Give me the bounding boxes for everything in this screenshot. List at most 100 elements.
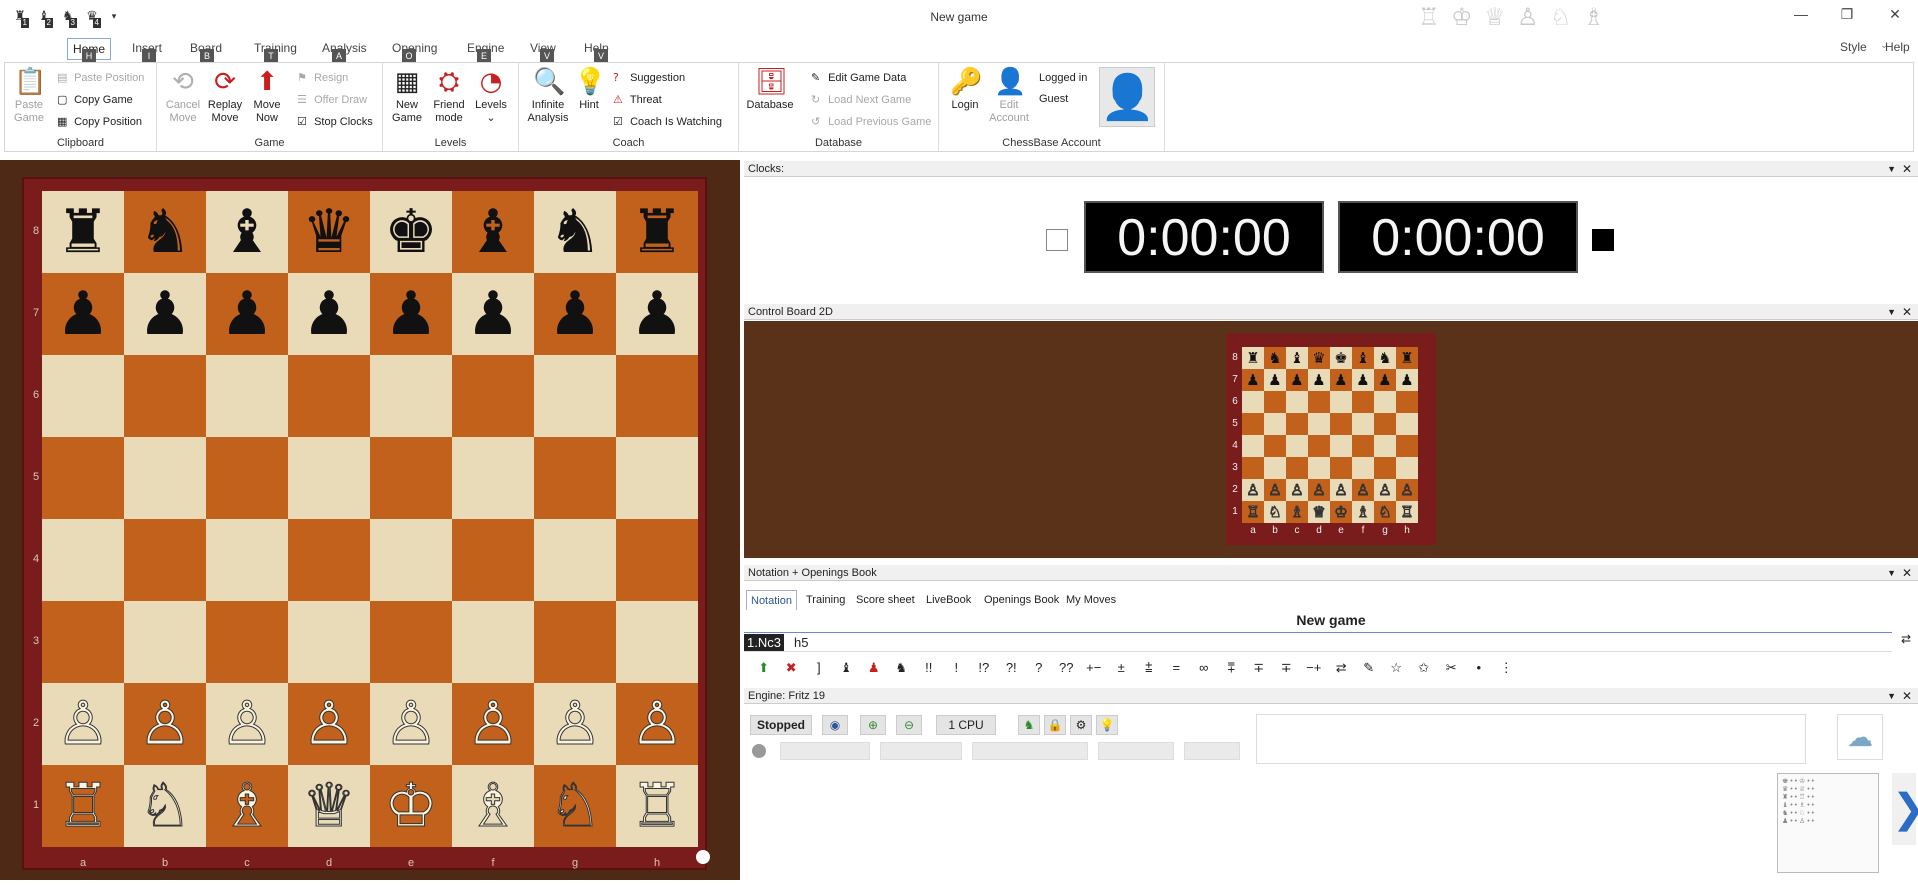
square-d6[interactable] [288,355,370,437]
chess-piece[interactable]: ♙ [466,689,521,760]
move-black[interactable]: h5 [794,635,808,650]
copy-position-button[interactable]: ▦ Copy Position [57,115,142,129]
chess-piece[interactable]: ♛ [302,197,356,267]
annotation-symbol-button[interactable]: ∓ [1273,660,1301,676]
piece-thumbnail[interactable]: ♚ • • ♔ • • ♛ • • ♕ • • ♜ • • ♖ • • ♝ • • ♗… [1777,773,1879,873]
mini-square[interactable]: ♙ [1308,479,1330,501]
square-c6[interactable] [206,355,288,437]
mini-square[interactable] [1286,391,1308,413]
new-game-button[interactable]: ▦ New Game [387,67,427,125]
mini-square[interactable]: ♕ [1308,501,1330,523]
square-f8[interactable]: ♝ [452,191,534,273]
square-e7[interactable]: ♟ [370,273,452,355]
chess-piece[interactable]: ♝ [220,197,274,267]
suggestion-button[interactable]: ? Suggestion [613,71,685,85]
panel-menu-icon[interactable]: ▼ [1887,565,1896,581]
engine-icon[interactable]: ♞ [1018,715,1040,735]
square-b7[interactable]: ♟ [124,273,206,355]
square-b2[interactable]: ♙ [124,683,206,765]
square-d7[interactable]: ♟ [288,273,370,355]
mode-piece-icon[interactable]: ♕ [1484,3,1506,31]
mini-square[interactable]: ♟ [1396,369,1418,391]
paste-game-button[interactable]: 📋 Paste Game [7,67,51,125]
style-menu[interactable]: Style [1840,40,1867,54]
square-d2[interactable]: ♙ [288,683,370,765]
chess-piece[interactable]: ♜ [630,197,684,267]
infinite-analysis-button[interactable]: 🔍 Infinite Analysis [525,67,571,125]
chess-piece[interactable]: ♟ [56,279,110,349]
threat-button[interactable]: ⚠ Threat [613,93,662,107]
square-c2[interactable]: ♙ [206,683,288,765]
square-h8[interactable]: ♜ [616,191,698,273]
move-now-button[interactable]: ⬆ Move Now [247,67,287,125]
close-icon[interactable]: ✕ [1902,161,1912,177]
square-g2[interactable]: ♙ [534,683,616,765]
chessboard[interactable]: ♜ ♞ ♝ ♛ ♚ ♝ ♞ ♜ ♟ ♟ ♟ ♟ ♟ ♟ ♟ ♟ ♙ ♙ ♙ ♙ ♙ ♙ ♙ ♙ ♖ ♘ ♗ ♕ ♔ ♗ ♘ ♖ [42,191,698,847]
tab-score-sheet[interactable]: Score sheet [852,590,919,610]
mini-square[interactable]: ♝ [1352,347,1374,369]
square-c7[interactable]: ♟ [206,273,288,355]
chess-piece[interactable]: ♖ [56,771,111,842]
close-icon[interactable]: ✕ [1902,565,1912,581]
square-f2[interactable]: ♙ [452,683,534,765]
panel-menu-icon[interactable]: ▼ [1887,688,1896,704]
square-c1[interactable]: ♗ [206,765,288,847]
square-h5[interactable] [616,437,698,519]
mini-square[interactable]: ♙ [1396,479,1418,501]
mini-square[interactable] [1374,391,1396,413]
annotation-symbol-button[interactable]: ∓ [1245,660,1273,676]
square-f5[interactable] [452,437,534,519]
lock-icon[interactable]: 🔒 [1044,715,1066,735]
square-e6[interactable] [370,355,452,437]
square-a1[interactable]: ♖ [42,765,124,847]
chess-piece[interactable]: ♙ [302,689,357,760]
zoom-out-icon[interactable]: ⊖ [896,715,922,735]
annotation-symbol-button[interactable]: ?! [998,660,1026,675]
mini-square[interactable] [1242,413,1264,435]
square-f7[interactable]: ♟ [452,273,534,355]
mini-square[interactable]: ♔ [1330,501,1352,523]
mini-square[interactable] [1242,391,1264,413]
mini-square[interactable] [1242,457,1264,479]
lightbulb-icon[interactable]: 💡 [1096,715,1118,735]
square-h4[interactable] [616,519,698,601]
levels-button[interactable]: ◔ Levels ⌄ [471,67,511,125]
square-b8[interactable]: ♞ [124,191,206,273]
gear-icon[interactable]: ⚙ [1070,715,1092,735]
swap-icon[interactable]: ⇄ [1896,632,1916,652]
mini-square[interactable]: ♟ [1352,369,1374,391]
square-g3[interactable] [534,601,616,683]
chess-piece[interactable]: ♙ [220,689,275,760]
mini-square[interactable] [1374,435,1396,457]
database-button[interactable]: 🗄 Database [745,67,795,112]
mini-square[interactable] [1264,457,1286,479]
mode-piece-icon[interactable]: ♖ [1418,3,1440,31]
chess-piece[interactable]: ♙ [138,689,193,760]
annotation-symbol-button[interactable]: ✩ [1410,660,1438,676]
mini-square[interactable] [1396,435,1418,457]
move-list[interactable]: 1.Nc3 h5 [744,632,1892,652]
square-c4[interactable] [206,519,288,601]
avatar[interactable]: 👤 [1099,67,1155,127]
mini-square[interactable] [1396,413,1418,435]
square-e1[interactable]: ♔ [370,765,452,847]
annotation-symbol-button[interactable]: +− [1080,660,1108,675]
square-a2[interactable]: ♙ [42,683,124,765]
load-previous-game-button[interactable]: ↺ Load Previous Game [811,115,931,129]
mini-square[interactable] [1330,435,1352,457]
mini-square[interactable] [1374,457,1396,479]
load-next-game-button[interactable]: ↻ Load Next Game [811,93,911,107]
square-e4[interactable] [370,519,452,601]
minimize-button[interactable]: — [1786,6,1816,26]
mini-square[interactable] [1330,391,1352,413]
square-f4[interactable] [452,519,534,601]
annotation-symbol-button[interactable]: • [1465,660,1493,675]
square-f1[interactable]: ♗ [452,765,534,847]
annotation-symbol-button[interactable]: ! [943,660,971,675]
square-d5[interactable] [288,437,370,519]
mini-square[interactable] [1308,413,1330,435]
annotation-symbol-button[interactable]: ✖ [778,660,806,676]
close-button[interactable]: ✕ [1880,6,1910,26]
mini-square[interactable]: ♞ [1374,347,1396,369]
mini-square[interactable] [1286,435,1308,457]
